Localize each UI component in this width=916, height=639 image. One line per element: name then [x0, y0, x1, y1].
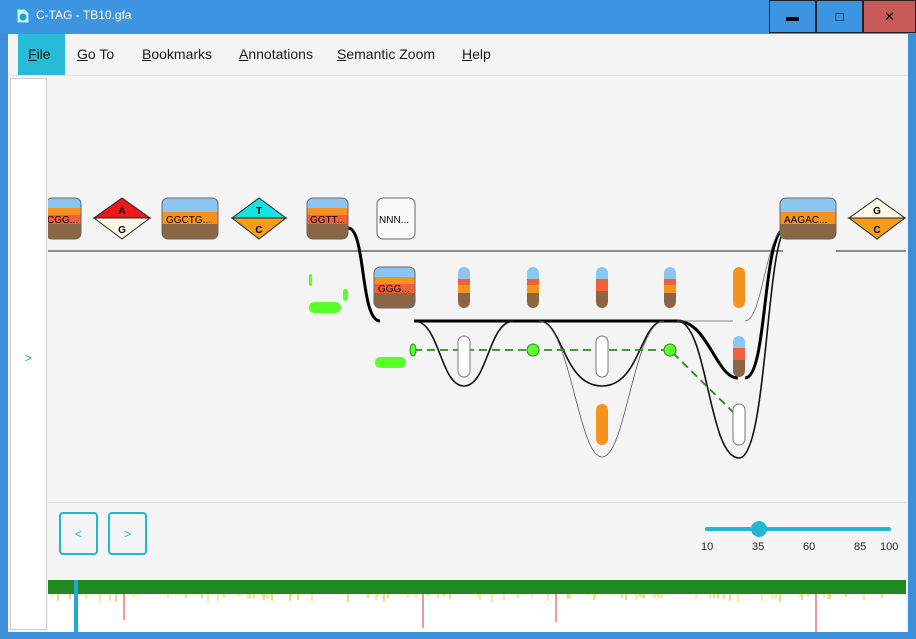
node-label: CGG...	[48, 215, 78, 226]
node-label: GGCTG...	[166, 215, 211, 226]
chevron-left-icon: <	[74, 526, 82, 541]
overview-coverage	[48, 580, 906, 594]
side-panel: >	[10, 78, 47, 630]
snp-bottom-label: C	[255, 225, 262, 236]
annotation-dot[interactable]	[526, 343, 540, 357]
overview-svg	[48, 580, 906, 632]
app-client-area: File Go To Bookmarks Annotations Semanti…	[8, 34, 908, 632]
menu-bar: File Go To Bookmarks Annotations Semanti…	[8, 34, 908, 76]
annotation-bar[interactable]	[375, 357, 406, 368]
variant-node[interactable]	[733, 267, 745, 308]
next-button[interactable]: >	[108, 512, 147, 555]
node-label: GGTT...	[310, 215, 345, 226]
variant-node-empty[interactable]	[595, 335, 609, 378]
menu-annotations[interactable]: Annotations	[229, 34, 323, 75]
node-label: AAGAC...	[784, 215, 827, 226]
menu-help[interactable]: Help	[452, 34, 501, 75]
variant-node[interactable]	[458, 267, 470, 308]
snp-top-label: G	[873, 206, 881, 217]
side-panel-toggle[interactable]: >	[25, 351, 32, 365]
overview-viewport-marker[interactable]	[74, 580, 78, 632]
variant-node[interactable]	[733, 336, 745, 377]
variant-node[interactable]	[596, 404, 608, 445]
annotation-bar[interactable]	[309, 274, 312, 286]
maximize-icon: □	[835, 9, 844, 24]
zoom-slider-thumb[interactable]	[751, 521, 767, 537]
snp-diamond[interactable]: A G	[92, 197, 152, 240]
snp-diamond[interactable]: G C	[847, 197, 906, 240]
chevron-right-icon: >	[123, 526, 131, 541]
window-title: C-TAG - TB10.gfa	[36, 8, 132, 22]
zoom-tick: 60	[803, 541, 816, 553]
snp-bottom-label: G	[118, 225, 126, 236]
variant-node-empty[interactable]	[732, 403, 746, 446]
zoom-tick: 85	[854, 541, 867, 553]
genome-overview[interactable]	[48, 580, 906, 632]
maximize-button[interactable]: □	[816, 0, 863, 33]
menu-go-to[interactable]: Go To	[67, 34, 124, 75]
app-icon	[16, 8, 30, 24]
snp-top-label: T	[256, 206, 262, 217]
variant-node-empty[interactable]	[457, 335, 471, 378]
zoom-tick: 100	[880, 541, 899, 553]
divider	[48, 502, 906, 503]
zoom-tick: 10	[701, 541, 714, 553]
minimize-icon: ▬	[786, 9, 799, 24]
title-bar: C-TAG - TB10.gfa ▬ □ ✕	[0, 0, 916, 34]
zoom-tick: 35	[752, 541, 765, 553]
snp-diamond[interactable]: T C	[230, 197, 288, 240]
zoom-slider-track[interactable]	[705, 527, 891, 531]
annotation-bar[interactable]	[343, 289, 348, 301]
node-label: NNN...	[379, 215, 409, 226]
menu-semantic-zoom[interactable]: Semantic Zoom	[327, 34, 445, 75]
overview-tick-group	[51, 594, 883, 632]
graph-canvas[interactable]: CGG... A G GGCTG... T C GGTT... NNN... G…	[48, 78, 906, 502]
edge-thick-drop	[676, 319, 739, 380]
variant-node[interactable]	[664, 267, 676, 308]
prev-button[interactable]: <	[59, 512, 98, 555]
graph-svg: CGG... A G GGCTG... T C GGTT... NNN... G…	[48, 197, 906, 459]
close-button[interactable]: ✕	[863, 0, 916, 33]
minimize-button[interactable]: ▬	[769, 0, 816, 33]
node-label: GGG...	[378, 284, 410, 295]
variant-node[interactable]	[596, 267, 608, 308]
menu-file[interactable]: File	[18, 34, 65, 75]
snp-bottom-label: C	[873, 225, 880, 236]
annotation-start[interactable]	[409, 343, 417, 357]
annotation-bar[interactable]	[309, 302, 341, 313]
annotation-dot[interactable]	[663, 343, 677, 357]
snp-top-label: A	[118, 206, 125, 217]
menu-bookmarks[interactable]: Bookmarks	[132, 34, 222, 75]
close-icon: ✕	[884, 8, 895, 24]
variant-node[interactable]	[527, 267, 539, 308]
